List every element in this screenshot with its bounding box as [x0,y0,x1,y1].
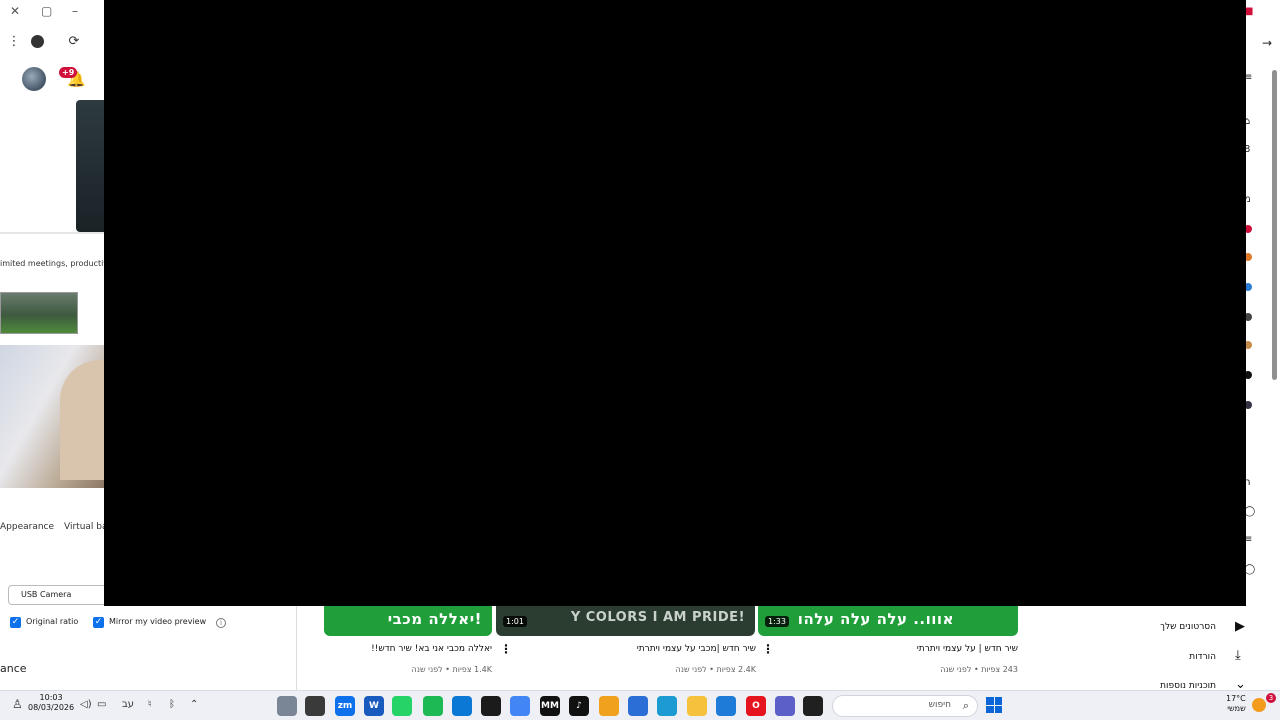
weather-desc: שמשי [1227,704,1246,713]
start-pane [994,705,1002,713]
video-title[interactable]: יאללה מכבי אני בא! שיר חדש!! [371,644,492,654]
start-pane [986,705,994,713]
video-duration: 1:33 [765,616,789,627]
clock-time: 10:03 [39,693,63,702]
thumbnail-title: Y COLORS I AM PRIDE! [570,610,745,625]
divider [0,232,110,234]
sun-icon [1252,698,1266,712]
sidebar-item-your-videos[interactable]: הסרטונים שלך [1160,622,1216,632]
taskbar-search[interactable]: חיפוש ⌕ [832,695,978,717]
spotify-app[interactable] [423,696,443,716]
mm-app[interactable]: MM [540,696,560,716]
video-title[interactable]: שיר חדש | על עצמי ויתרתי [917,644,1018,654]
obs-app[interactable] [305,696,325,716]
weather-widget[interactable]: 17°C שמשי [1226,694,1246,714]
video-meta: 1.4K צפיות • לפני שנה [411,665,492,674]
teams-app[interactable] [775,696,795,716]
section-heading: ance [0,662,27,675]
zoom-app[interactable]: zm [335,696,355,716]
chevron-up-icon[interactable]: ⌃ [190,699,198,710]
onedrive-app[interactable] [452,696,472,716]
whatsapp-app[interactable] [392,696,412,716]
start-pane [994,697,1002,705]
original-ratio-checkbox[interactable]: ✓ [10,617,21,628]
word-app[interactable]: W [364,696,384,716]
sidebar-item-downloads[interactable]: הורדות [1189,652,1216,662]
video-thumbnail[interactable]: יאללה מכבי! [324,606,492,636]
bluetooth-icon[interactable]: ᛒ [169,699,175,710]
thumbnail-title: יאללה מכבי! [387,610,482,628]
scrollbar-thumb[interactable] [1272,70,1277,380]
promo-text: imited meetings, productivity [0,259,106,268]
store-app[interactable] [628,696,648,716]
terminal-app[interactable] [803,696,823,716]
zoom-toolbar: ⋮ ⟳ [0,28,110,58]
video-thumbnail-strip [76,100,106,232]
speaker-icon[interactable]: ◁) [80,699,92,710]
notification-count: 3 [1266,693,1276,703]
search-icon: ⌕ [962,699,969,712]
search-placeholder: חיפוש [928,700,951,710]
video-thumbnail[interactable]: Y COLORS I AM PRIDE! 1:01 [496,606,755,636]
refresh-icon[interactable]: ⟳ [66,34,82,50]
maximize-icon[interactable]: ▢ [41,4,52,18]
video-card[interactable]: יאללה מכבי! ⋮ יאללה מכבי אני בא! שיר חדש… [324,606,512,690]
video-title[interactable]: שיר חדש |מכבי על עצמי ויתרתי [637,644,756,654]
original-ratio-label: Original ratio [26,617,79,626]
close-icon[interactable]: ✕ [10,4,20,18]
video-card[interactable]: אווו.. עלה עלה עלהו 1:33 שיר חדש | על עצ… [758,606,1018,690]
download-icon: ⤓ [1235,648,1241,663]
media-app[interactable] [716,696,736,716]
video-library-icon: ▶ [1235,619,1245,634]
tab-appearance[interactable]: Appearance [0,522,54,532]
divider [296,606,297,690]
avatar[interactable] [22,67,46,91]
video-overlay [104,0,1246,606]
microphone-icon[interactable]: ♮ [148,699,152,710]
clock[interactable]: 10:03 08/03/2026 [28,693,74,713]
network-icon[interactable]: ▭ [97,699,106,710]
paint-app[interactable] [599,696,619,716]
person-icon[interactable]: ♙ [12,697,23,711]
video-duration: 1:01 [503,616,527,627]
tab-virtual-background[interactable]: Virtual ba [64,522,108,532]
mirror-preview-checkbox[interactable]: ✓ [93,617,104,628]
opera-app[interactable]: O [746,696,766,716]
files-app[interactable] [687,696,707,716]
video-card[interactable]: Y COLORS I AM PRIDE! 1:01 ⋮ שיר חדש |מכב… [496,606,774,690]
waveform-app[interactable] [481,696,501,716]
mirror-preview-label: Mirror my video preview [109,617,207,626]
weather-temp: 17°C [1226,694,1246,703]
windows-start-icon[interactable] [986,697,1002,713]
back-arrow-icon[interactable]: → [1262,36,1272,50]
thumbnail-title: אווו.. עלה עלה עלהו [797,610,954,628]
video-meta: 243 צפיות • לפני שנה [940,665,1018,674]
info-icon[interactable]: i [216,618,226,628]
camera-app[interactable] [277,696,297,716]
camera-select[interactable]: USB Camera [8,585,108,605]
notification-badge: +9 [59,67,78,78]
more-icon[interactable]: ⋮ [6,34,22,50]
video-thumbnail[interactable]: אווו.. עלה עלה עלהו 1:33 [758,606,1018,636]
start-pane [986,697,994,705]
minimize-icon[interactable]: – [72,4,78,18]
tiktok-app[interactable]: ♪ [569,696,589,716]
clock-date: 08/03/2026 [28,703,75,712]
video-meta: 2.4K צפיות • לפני שנה [675,665,756,674]
profile-icon[interactable] [31,35,44,48]
taskbar: ♙ 10:03 08/03/2026 ◁) ▭ עב ♮ ᛒ ⌃ zm W MM ♪ O… [0,690,1280,720]
virtual-background-thumbnail[interactable] [0,292,78,334]
chrome-app[interactable] [510,696,530,716]
desktop: ✕ ▢ – ⋮ ⟳ 🔔 +9 imited meetings, producti… [0,0,1280,720]
language-indicator[interactable]: עב [122,699,134,710]
edge-app[interactable] [657,696,677,716]
